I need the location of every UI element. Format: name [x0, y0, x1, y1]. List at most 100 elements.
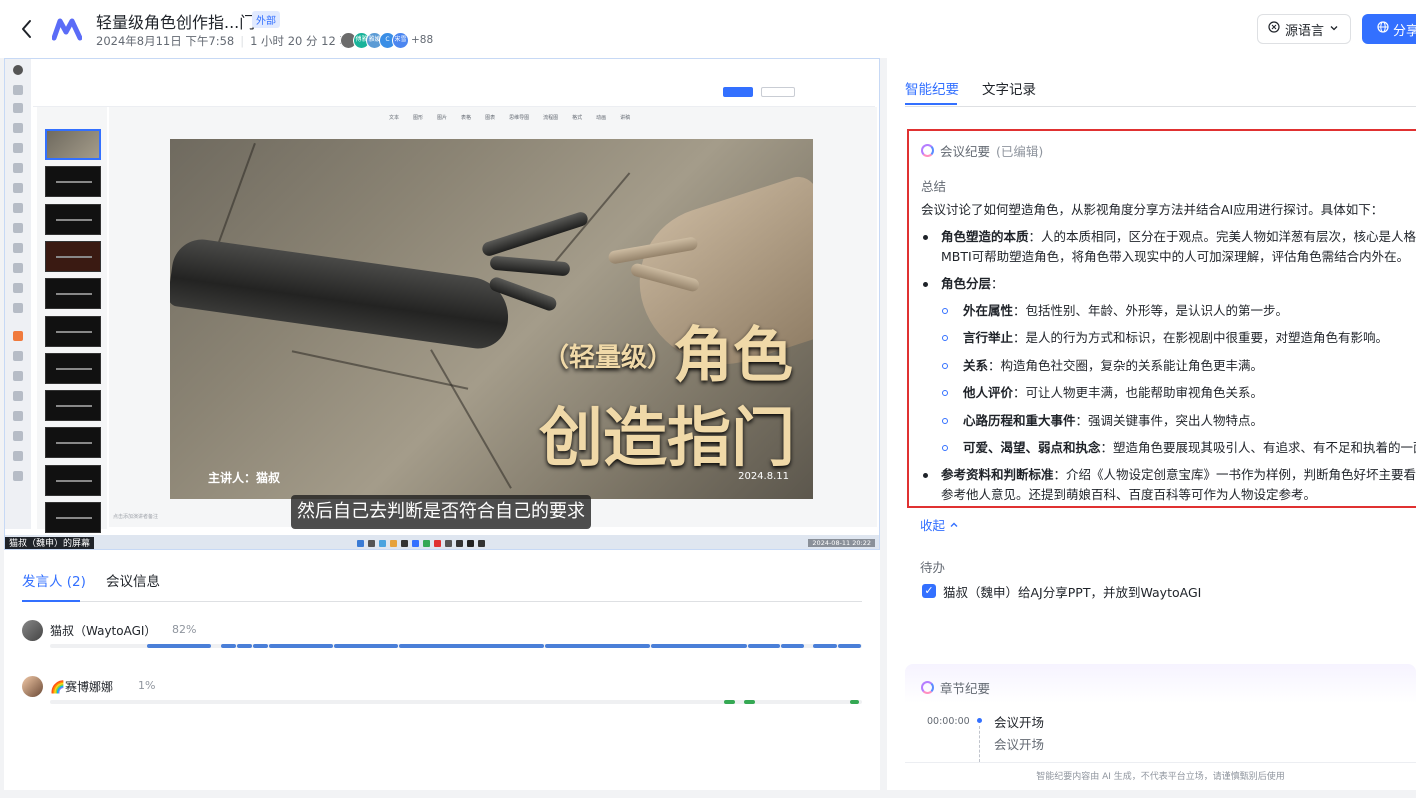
slide-thumbnail[interactable] — [45, 203, 101, 235]
taskbar-app-icon[interactable] — [434, 539, 441, 547]
speaking-segment[interactable] — [748, 644, 780, 648]
slide-title-line2: 创造指门 — [539, 401, 795, 476]
rail-icon[interactable] — [13, 223, 23, 233]
speaking-segment[interactable] — [253, 644, 269, 648]
rail-icon[interactable] — [13, 183, 23, 193]
sub-bullet — [942, 308, 948, 314]
rail-icon[interactable] — [13, 243, 23, 253]
ribbon-item[interactable]: 图片 — [437, 114, 447, 121]
speaking-segment[interactable] — [723, 700, 736, 704]
rail-icon[interactable] — [13, 411, 23, 421]
todo-checkbox[interactable]: ✓ — [922, 584, 936, 598]
speaking-timeline[interactable] — [50, 700, 862, 704]
slide-thumbnail[interactable] — [45, 464, 101, 496]
speaking-segment[interactable] — [813, 644, 837, 648]
rail-icon[interactable] — [13, 303, 23, 313]
taskbar-app-icon[interactable] — [401, 539, 408, 547]
taskbar-app-icon[interactable] — [368, 539, 375, 547]
language-icon — [1268, 21, 1280, 37]
speaking-segment[interactable] — [147, 644, 212, 648]
ribbon-item[interactable]: 流程图 — [543, 114, 558, 121]
slide-thumbnail[interactable] — [45, 240, 101, 272]
taskbar-app-icon[interactable] — [478, 539, 485, 547]
ribbon-item[interactable]: 文本 — [389, 114, 399, 121]
taskbar-app-icon[interactable] — [456, 539, 463, 547]
speaking-segment[interactable] — [744, 700, 756, 704]
tab-smart-minutes[interactable]: 智能纪要 — [905, 78, 959, 98]
screen-share-video[interactable]: 文本 图形 图片 表格 图表 思维导图 流程图 格式 动画 讲稿 （轻量级）角色 创造指门 主讲人… — [4, 58, 880, 550]
taskbar-app-icon[interactable] — [412, 539, 419, 547]
taskbar-app-icon[interactable] — [390, 539, 397, 547]
meeting-summary-card: 会议纪要 (已编辑) 总结 会议讨论了如何塑造角色，从影视角度分享方法并结合AI… — [907, 129, 1416, 508]
rail-icon[interactable] — [13, 451, 23, 461]
add-icon[interactable] — [13, 103, 23, 113]
speaker-row[interactable]: 猫叔（WaytoAGI） 82% — [22, 620, 864, 650]
doc-present-button[interactable] — [761, 87, 795, 97]
participant-avatars[interactable]: 傅雅 雅媛 C 宋雪 +88 — [340, 31, 433, 49]
rail-icon[interactable] — [13, 163, 23, 173]
rail-icon[interactable] — [13, 263, 23, 273]
ribbon-item[interactable]: 思维导图 — [509, 114, 529, 121]
speaking-segment[interactable] — [837, 644, 861, 648]
document-toolbar — [33, 77, 875, 107]
speaking-segment[interactable] — [780, 644, 805, 648]
share-button[interactable]: 分享 — [1362, 14, 1416, 44]
rail-icon[interactable] — [13, 431, 23, 441]
rail-icon[interactable] — [13, 123, 23, 133]
rail-icon-active[interactable] — [13, 331, 23, 341]
ribbon-item[interactable]: 图形 — [413, 114, 423, 121]
speaker-row[interactable]: 🌈赛博娜娜 1% — [22, 676, 864, 706]
ribbon-item[interactable]: 表格 — [461, 114, 471, 121]
back-arrow-icon[interactable] — [16, 16, 38, 42]
speaking-timeline[interactable] — [50, 644, 862, 648]
slide-thumbnail[interactable] — [45, 166, 101, 198]
participants-more-count[interactable]: +88 — [411, 34, 433, 46]
slide-thumbnail[interactable] — [45, 315, 101, 347]
speaking-segment[interactable] — [220, 644, 236, 648]
rail-icon[interactable] — [13, 391, 23, 401]
speaker-percentage: 1% — [138, 679, 156, 692]
taskbar-app-icon[interactable] — [467, 539, 474, 547]
slide-thumbnail[interactable] — [45, 278, 101, 310]
speaking-segment[interactable] — [334, 644, 399, 648]
speaking-segment[interactable] — [545, 644, 650, 648]
chapter-timestamp[interactable]: 00:00:00 — [927, 716, 970, 727]
rail-icon[interactable] — [13, 371, 23, 381]
taskbar-app-icon[interactable] — [379, 539, 386, 547]
tab-speakers[interactable]: 发言人 (2) — [22, 570, 86, 590]
ribbon-item[interactable]: 动画 — [596, 114, 606, 121]
speaking-segment[interactable] — [269, 644, 334, 648]
playback-progress[interactable] — [5, 549, 268, 550]
taskbar-clock: 2024-08-11 20:22 — [808, 539, 875, 547]
ribbon-item[interactable]: 讲稿 — [620, 114, 630, 121]
slide-thumbnail[interactable] — [45, 129, 101, 160]
rail-icon[interactable] — [13, 203, 23, 213]
tab-transcript[interactable]: 文字记录 — [982, 78, 1036, 98]
speaking-segment[interactable] — [236, 644, 252, 648]
speaking-segment[interactable] — [399, 644, 545, 648]
taskbar-app-icon[interactable] — [357, 539, 364, 547]
rail-icon[interactable] — [13, 143, 23, 153]
search-icon[interactable] — [13, 85, 23, 95]
left-panel: 文本 图形 图片 表格 图表 思维导图 流程图 格式 动画 讲稿 （轻量级）角色 创造指门 主讲人… — [4, 58, 880, 790]
slide-thumbnail[interactable] — [45, 352, 101, 384]
chapter-summary-card: 章节纪要 00:00:00 会议开场 会议开场 — [905, 664, 1416, 762]
chapter-item-title[interactable]: 会议开场 — [994, 712, 1044, 731]
meeting-title: 轻量级角色创作指...门 — [96, 13, 256, 32]
slide-thumbnail[interactable] — [45, 390, 101, 422]
doc-share-button[interactable] — [723, 87, 753, 97]
source-language-button[interactable]: 源语言 — [1257, 14, 1351, 44]
ribbon-item[interactable]: 图表 — [485, 114, 495, 121]
slide-thumbnail[interactable] — [45, 427, 101, 459]
slide-thumbnail[interactable] — [45, 502, 101, 533]
taskbar-app-icon[interactable] — [423, 539, 430, 547]
ribbon-item[interactable]: 格式 — [572, 114, 582, 121]
tab-meeting-info[interactable]: 会议信息 — [106, 570, 160, 590]
taskbar-app-icon[interactable] — [445, 539, 452, 547]
collapse-button[interactable]: 收起 — [920, 515, 959, 534]
rail-icon[interactable] — [13, 471, 23, 481]
speaking-segment[interactable] — [849, 700, 860, 704]
speaking-segment[interactable] — [650, 644, 748, 648]
rail-icon[interactable] — [13, 283, 23, 293]
rail-icon[interactable] — [13, 351, 23, 361]
